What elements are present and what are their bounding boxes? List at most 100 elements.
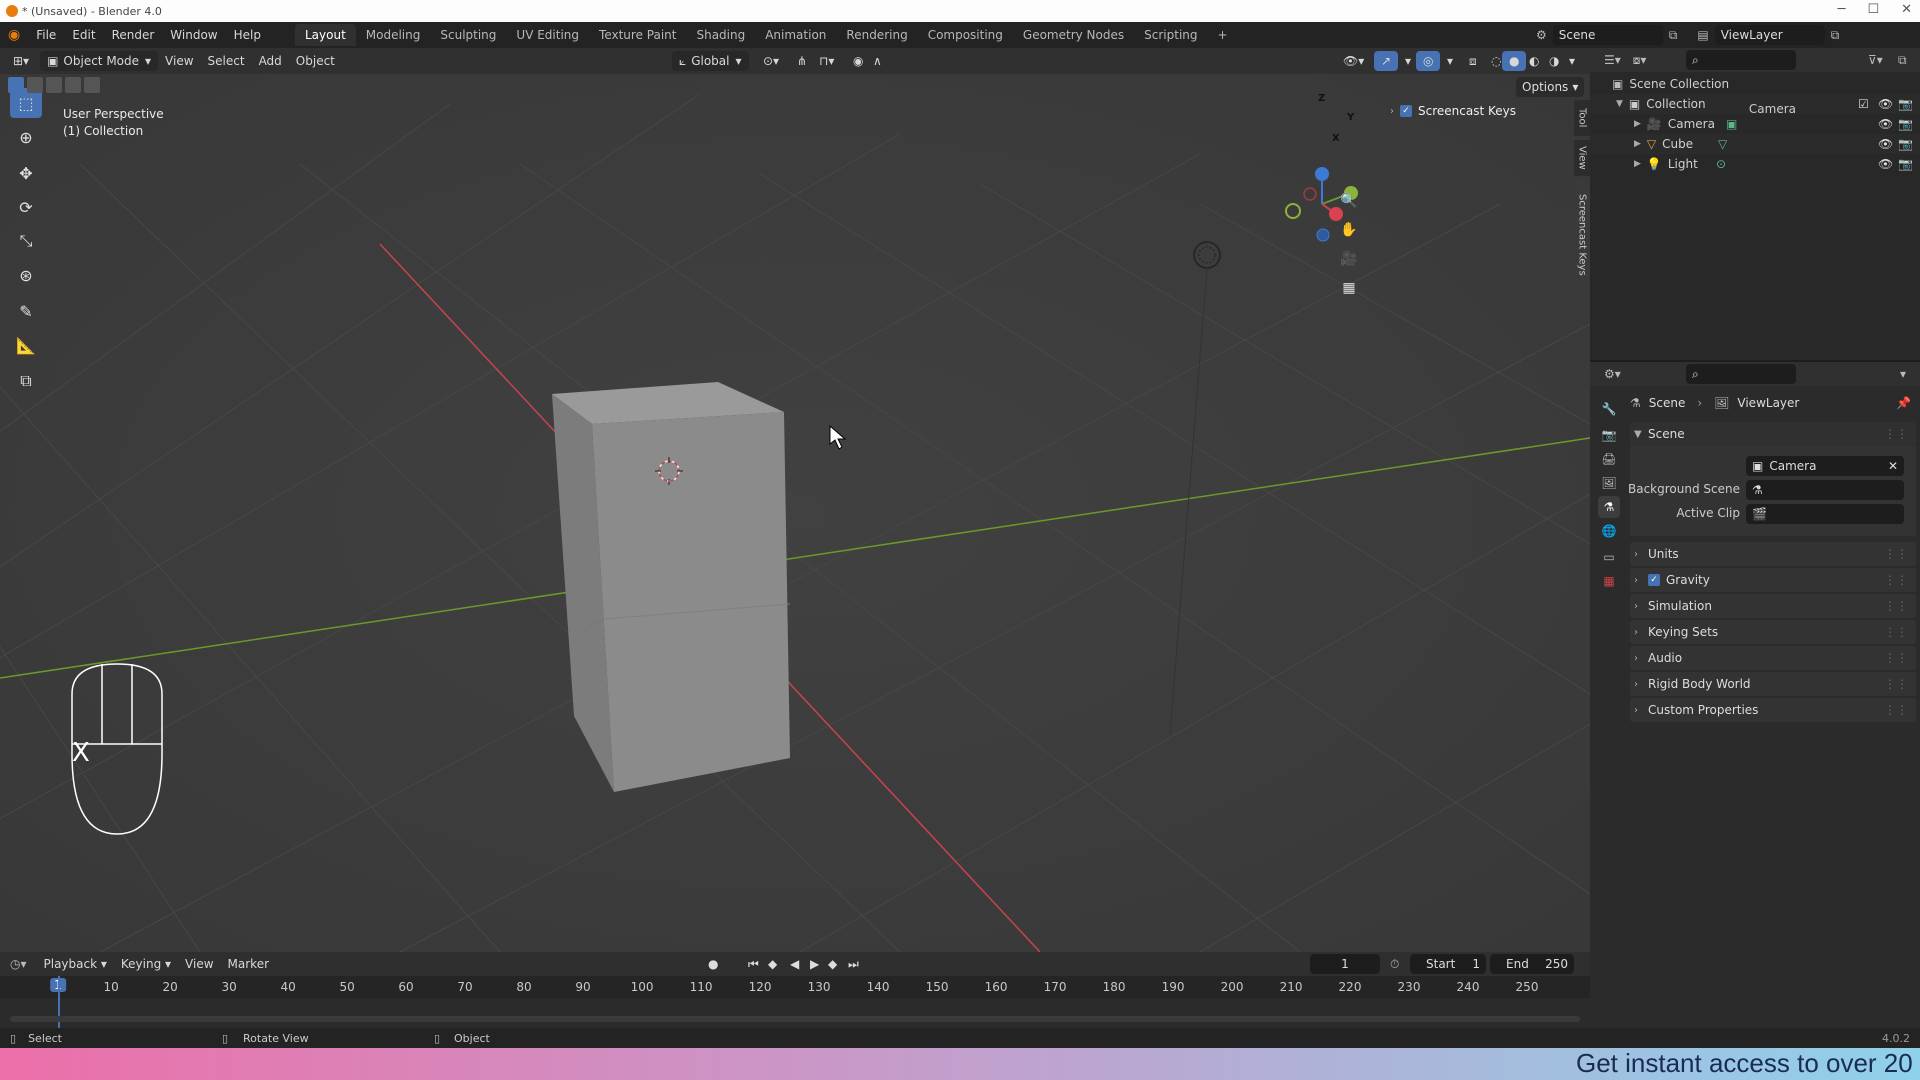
snap-icon[interactable]: ⋔ (790, 51, 814, 71)
render-camera-icon[interactable]: 📷 (1898, 137, 1913, 151)
menu-add[interactable]: Add (252, 51, 289, 71)
panel-custom-properties[interactable]: › Custom Properties ⋮⋮ (1630, 698, 1916, 722)
timeline-editor-icon[interactable]: ◷▾ (10, 957, 27, 971)
shading-dropdown-icon[interactable]: ▾ (1562, 51, 1582, 71)
exclude-checkbox-icon[interactable]: ☑ (1858, 97, 1869, 111)
filter-icon[interactable]: ⊽▾ (1868, 53, 1883, 67)
annotate-tool[interactable]: ✎ (10, 296, 42, 326)
new-collection-icon[interactable]: ⧉ (1898, 53, 1907, 68)
close-button[interactable]: ✕ (1901, 2, 1912, 17)
scale-tool[interactable]: ⤡ (10, 226, 42, 256)
play-reverse-icon[interactable]: ◀ (790, 957, 799, 971)
maximize-button[interactable]: ☐ (1867, 2, 1879, 17)
ortho-grid-icon[interactable]: ▦ (1336, 275, 1362, 301)
menu-marker[interactable]: Marker (221, 954, 276, 974)
tab-animation[interactable]: Animation (755, 24, 836, 46)
zoom-icon[interactable]: 🔍 (1336, 188, 1362, 214)
blender-menu-icon[interactable]: ◉ (0, 22, 28, 48)
tab-layout[interactable]: Layout (294, 24, 356, 46)
promo-banner[interactable]: Get instant access to over 20 (0, 1048, 1920, 1080)
timeline-scrollbar[interactable] (10, 1016, 1580, 1022)
expand-icon[interactable]: ▶ (1634, 119, 1641, 129)
minimize-button[interactable]: ─ (1838, 2, 1846, 17)
end-frame-field[interactable]: End 250 (1490, 954, 1574, 974)
render-camera-icon[interactable]: 📷 (1898, 97, 1913, 111)
tab-modeling[interactable]: Modeling (356, 24, 431, 46)
next-keyframe-icon[interactable]: ◆ (828, 957, 837, 971)
rotate-tool[interactable]: ⟳ (10, 192, 42, 222)
world-tab-icon[interactable]: 🌐 (1598, 520, 1620, 542)
panel-audio[interactable]: › Audio ⋮⋮ (1630, 646, 1916, 670)
expand-icon[interactable]: ▶ (1634, 159, 1641, 169)
panel-rigid-body-world[interactable]: › Rigid Body World ⋮⋮ (1630, 672, 1916, 696)
gizmo-toggle-icon[interactable]: ↗ (1374, 51, 1399, 71)
menu-window[interactable]: Window (162, 22, 225, 48)
pin-icon[interactable]: 📌 (1896, 396, 1911, 410)
new-scene-icon[interactable]: ⧉ (1669, 28, 1678, 43)
collection-tab-icon[interactable]: ▭ (1598, 546, 1620, 568)
outliner-row-cube[interactable]: ▶ ▽ Cube ▽ 👁 📷 (1590, 134, 1920, 154)
options-chevron-icon[interactable]: ▾ (1900, 367, 1906, 381)
select-intersect-icon[interactable] (84, 77, 100, 93)
camera-field[interactable]: ▣ Camera ✕ (1746, 456, 1904, 476)
screencast-keys-toggle[interactable]: › ✓ Screencast Keys (1390, 104, 1516, 118)
tab-sculpting[interactable]: Sculpting (430, 24, 506, 46)
menu-render[interactable]: Render (104, 22, 163, 48)
eye-icon[interactable]: 👁 (1878, 117, 1893, 131)
menu-file[interactable]: File (28, 22, 64, 48)
options-dropdown[interactable]: Options ▾ (1516, 77, 1585, 97)
new-viewlayer-icon[interactable]: ⧉ (1831, 28, 1840, 43)
outliner-search-input[interactable]: ⌕ (1686, 50, 1796, 70)
prev-keyframe-icon[interactable]: ◆ (768, 957, 777, 971)
gravity-checkbox-icon[interactable]: ✓ (1648, 574, 1660, 586)
select-extend-icon[interactable] (27, 77, 43, 93)
3d-viewport[interactable]: Z Y X User Perspective (1) Collection ⬚ … (0, 74, 1590, 952)
tab-uv-editing[interactable]: UV Editing (506, 24, 589, 46)
snap-target-icon[interactable]: ⊓▾ (812, 51, 841, 71)
mode-dropdown[interactable]: ▣ Object Mode ▾ (40, 51, 159, 71)
tab-view[interactable]: View (1574, 140, 1590, 176)
panel-keying-sets[interactable]: › Keying Sets ⋮⋮ (1630, 620, 1916, 644)
overlay-toggle-icon[interactable]: ◎ (1416, 51, 1441, 71)
texture-tab-icon[interactable]: ▦ (1598, 570, 1620, 592)
render-camera-icon[interactable]: 📷 (1898, 157, 1913, 171)
outliner-row-scene-collection[interactable]: ▣ Scene Collection (1590, 74, 1920, 94)
start-frame-field[interactable]: Start 1 (1410, 954, 1486, 974)
xray-icon[interactable]: ⧈ (1462, 51, 1484, 71)
overlay-dropdown-icon[interactable]: ▾ (1440, 51, 1460, 71)
panel-scene-header[interactable]: ▼ Scene ⋮⋮ (1630, 422, 1916, 446)
record-icon[interactable]: ● (708, 957, 718, 971)
clear-icon[interactable]: ✕ (1888, 459, 1898, 473)
play-icon[interactable]: ▶ (810, 957, 819, 971)
viewlayer-selector[interactable]: ViewLayer (1714, 25, 1825, 45)
frame-ruler[interactable]: 1102030405060708090100110120130140150160… (0, 976, 1590, 998)
menu-playback[interactable]: Playback ▾ (37, 954, 114, 974)
scene-selector[interactable]: Scene (1552, 25, 1663, 45)
stopwatch-icon[interactable]: ⏱ (1390, 957, 1399, 972)
select-invert-icon[interactable] (65, 77, 81, 93)
orientation-dropdown[interactable]: ⟀ Global ▾ (672, 51, 749, 71)
current-frame-field[interactable]: 1 (1310, 954, 1380, 974)
jump-start-icon[interactable]: ⏮ (748, 957, 759, 972)
transform-tool[interactable]: ⊛ (10, 260, 42, 290)
render-tab-icon[interactable]: 📷 (1598, 424, 1620, 446)
tab-compositing[interactable]: Compositing (918, 24, 1013, 46)
menu-edit[interactable]: Edit (64, 22, 103, 48)
properties-search-input[interactable]: ⌕ (1686, 364, 1796, 384)
menu-help[interactable]: Help (226, 22, 269, 48)
panel-gravity[interactable]: › ✓ Gravity ⋮⋮ (1630, 568, 1916, 592)
background-scene-field[interactable]: ⚗ (1746, 480, 1904, 500)
visibility-icon[interactable]: 👁▾ (1336, 51, 1371, 71)
eye-icon[interactable]: 👁 (1878, 97, 1893, 111)
measure-tool[interactable]: 📐 (10, 330, 42, 360)
pan-hand-icon[interactable]: ✋ (1336, 217, 1362, 243)
menu-object[interactable]: Object (289, 51, 342, 71)
active-clip-field[interactable]: 🎬 (1746, 504, 1904, 524)
editor-type-icon[interactable]: ⊞▾ (6, 51, 36, 71)
eye-icon[interactable]: 👁 (1878, 157, 1893, 171)
expand-icon[interactable]: ▼ (1616, 99, 1623, 109)
cursor-tool[interactable]: ⊕ (10, 122, 42, 152)
jump-end-icon[interactable]: ⏭ (848, 957, 859, 972)
select-new-icon[interactable] (8, 77, 24, 93)
properties-editor-icon[interactable]: ⚙▾ (1604, 367, 1621, 381)
